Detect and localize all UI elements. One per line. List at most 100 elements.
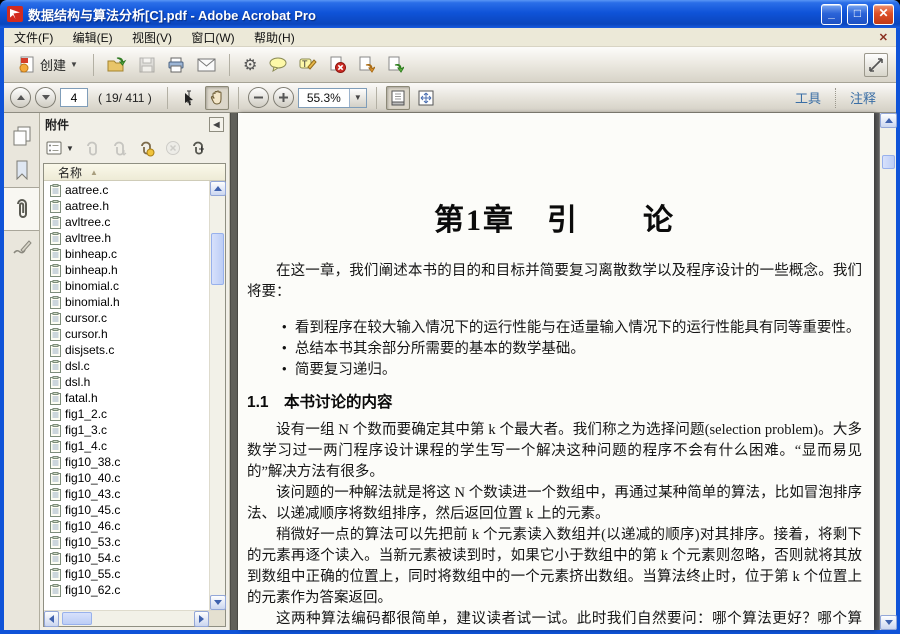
bookmarks-panel-icon[interactable] — [4, 153, 39, 187]
create-pdf-button[interactable]: 创建 ▼ — [12, 53, 84, 76]
save-file-button[interactable] — [135, 53, 159, 77]
file-icon — [50, 360, 61, 373]
attachment-list-item[interactable]: fig10_46.c — [44, 518, 209, 534]
menu-item[interactable]: 视图(V) — [124, 29, 180, 47]
scroll-up-icon[interactable] — [210, 181, 226, 196]
menu-item[interactable]: 窗口(W) — [183, 29, 242, 47]
title-bar[interactable]: 数据结构与算法分析[C].pdf - Adobe Acrobat Pro _ □… — [0, 0, 900, 28]
open-attachment-icon[interactable] — [83, 140, 101, 156]
attachment-list-item[interactable]: fatal.h — [44, 390, 209, 406]
search-attachments-icon[interactable] — [190, 140, 206, 156]
scroll-right-icon[interactable] — [194, 611, 209, 627]
settings-gear-icon[interactable]: ⚙ — [239, 51, 261, 79]
tools-panel-button[interactable]: 工具 — [781, 88, 835, 107]
divider — [238, 87, 239, 109]
add-attachment-icon[interactable] — [137, 140, 156, 157]
file-icon — [50, 568, 61, 581]
attachment-list-item[interactable]: avltree.h — [44, 230, 209, 246]
attachment-list-item[interactable]: fig10_55.c — [44, 566, 209, 582]
zoom-out-button[interactable] — [248, 87, 269, 108]
pdf-page[interactable]: 第1章 引 论 在这一章，我们阐述本书的目的和目标并简要复习离散数学以及程序设计… — [238, 113, 874, 630]
file-rows: aatree.c aatree.h avltree.c avltree.h bi… — [44, 181, 209, 610]
comments-panel-button[interactable]: 注释 — [836, 88, 890, 107]
previous-page-button[interactable] — [10, 87, 31, 108]
close-button[interactable]: ✕ — [873, 4, 894, 25]
attachment-list-item[interactable]: fig10_54.c — [44, 550, 209, 566]
scrolling-mode-button[interactable] — [386, 86, 410, 110]
attachment-list-item[interactable]: fig10_53.c — [44, 534, 209, 550]
scrollbar-corner — [209, 611, 225, 626]
attachment-list-item[interactable]: aatree.h — [44, 198, 209, 214]
name-column-header[interactable]: 名称 ▲ — [44, 164, 225, 181]
maximize-button[interactable]: □ — [847, 4, 868, 25]
hand-tool-button[interactable] — [205, 86, 229, 110]
attachment-list-item[interactable]: fig1_4.c — [44, 438, 209, 454]
attachment-list-item[interactable]: cursor.h — [44, 326, 209, 342]
next-page-button[interactable] — [35, 87, 56, 108]
zoom-dropdown-icon[interactable]: ▼ — [349, 89, 366, 107]
comment-bubble-icon[interactable] — [265, 53, 291, 76]
attachment-list-item[interactable]: dsl.h — [44, 374, 209, 390]
attachment-list-item[interactable]: binomial.c — [44, 278, 209, 294]
attachments-vertical-scrollbar[interactable] — [209, 181, 225, 610]
zoom-in-button[interactable] — [273, 87, 294, 108]
scroll-up-icon[interactable] — [880, 113, 897, 128]
bullet-item: 简要复习递归。 — [247, 360, 862, 381]
attachment-list-item[interactable]: binomial.h — [44, 294, 209, 310]
attachment-list-item[interactable]: fig10_38.c — [44, 454, 209, 470]
file-icon — [50, 312, 61, 325]
attachment-list-item[interactable]: fig10_40.c — [44, 470, 209, 486]
attachment-list-item[interactable]: fig1_2.c — [44, 406, 209, 422]
text-callout-icon[interactable]: T — [295, 53, 321, 76]
scroll-down-icon[interactable] — [880, 615, 897, 630]
signatures-panel-icon[interactable] — [4, 231, 39, 265]
zoom-level-combo[interactable]: 55.3% ▼ — [298, 88, 367, 108]
email-button[interactable] — [193, 54, 220, 76]
attachment-list-item[interactable]: fig10_62.c — [44, 582, 209, 598]
attachment-list-item[interactable]: cursor.c — [44, 310, 209, 326]
attachment-list-item[interactable]: disjsets.c — [44, 342, 209, 358]
export-pages-icon[interactable] — [383, 52, 408, 77]
attachment-file-name: dsl.h — [65, 375, 90, 389]
scroll-down-icon[interactable] — [210, 595, 226, 610]
panel-splitter[interactable] — [230, 113, 238, 630]
save-attachment-icon[interactable] — [110, 140, 128, 156]
menu-item[interactable]: 编辑(E) — [65, 29, 121, 47]
fullscreen-expand-icon[interactable] — [864, 53, 888, 77]
file-icon — [50, 344, 61, 357]
pages-panel-icon[interactable] — [4, 119, 39, 153]
menu-item[interactable]: 文件(F) — [6, 29, 61, 47]
fit-page-button[interactable] — [414, 86, 438, 110]
page-number-input[interactable] — [60, 88, 88, 107]
scrollbar-thumb[interactable] — [211, 233, 224, 285]
print-button[interactable] — [163, 53, 189, 77]
scrollbar-thumb[interactable] — [882, 155, 895, 169]
document-pane: 第1章 引 论 在这一章，我们阐述本书的目的和目标并简要复习离散数学以及程序设计… — [238, 113, 896, 630]
collapse-panel-icon[interactable]: ◀ — [209, 117, 224, 132]
scroll-left-icon[interactable] — [44, 611, 59, 627]
attachment-list-item[interactable]: dsl.c — [44, 358, 209, 374]
attachment-list-item[interactable]: aatree.c — [44, 182, 209, 198]
file-icon — [50, 536, 61, 549]
attachment-list-item[interactable]: avltree.c — [44, 214, 209, 230]
attachment-list-item[interactable]: binheap.h — [44, 262, 209, 278]
menu-item[interactable]: 帮助(H) — [246, 29, 303, 47]
attachment-list-item[interactable]: fig1_3.c — [44, 422, 209, 438]
attachment-list-item[interactable]: fig10_43.c — [44, 486, 209, 502]
open-file-button[interactable] — [103, 53, 131, 77]
extract-pages-icon[interactable] — [354, 52, 379, 77]
attachments-panel-icon[interactable] — [4, 187, 39, 231]
delete-pages-icon[interactable] — [325, 52, 350, 77]
attachment-list-item[interactable]: fig10_45.c — [44, 502, 209, 518]
scrollbar-thumb[interactable] — [62, 612, 92, 625]
page-count-label: ( 19/ 411 ) — [98, 91, 152, 105]
attachment-list-item[interactable]: binheap.c — [44, 246, 209, 262]
select-tool-button[interactable] — [177, 86, 201, 110]
delete-attachment-icon[interactable] — [165, 140, 181, 156]
menubar-close-icon[interactable]: ✕ — [875, 31, 892, 44]
document-vertical-scrollbar[interactable] — [879, 113, 896, 630]
minimize-button[interactable]: _ — [821, 4, 842, 25]
attachments-horizontal-scrollbar[interactable] — [44, 610, 225, 626]
bullet-item: 看到程序在较大输入情况下的运行性能与在适量输入情况下的运行性能具有同等重要性。 — [247, 318, 862, 339]
attachment-options-icon[interactable]: ▼ — [46, 141, 74, 155]
